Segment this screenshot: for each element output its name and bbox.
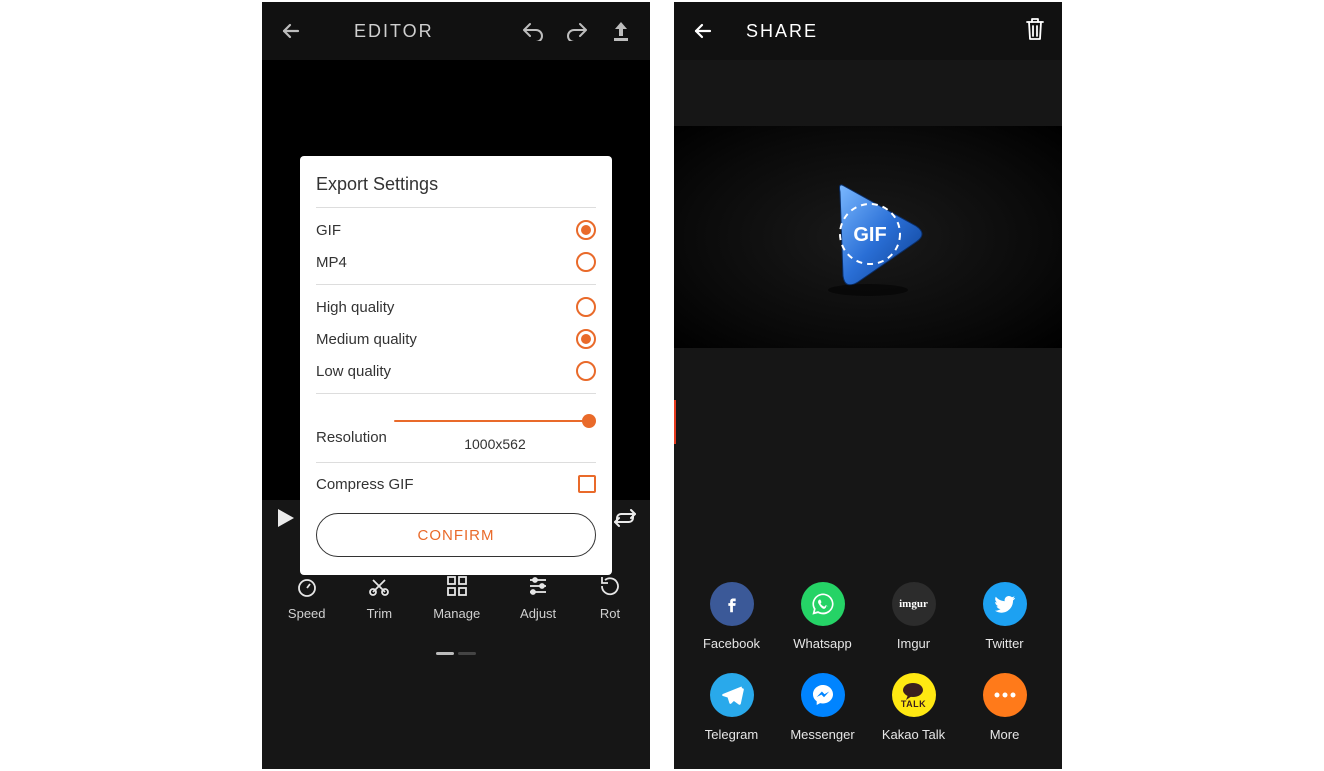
option-label: MP4	[316, 254, 347, 271]
imgur-icon: imgur	[892, 582, 936, 626]
editor-screen: EDITOR	[262, 2, 650, 769]
option-label: Low quality	[316, 363, 391, 380]
tool-label: Manage	[433, 606, 480, 621]
rotate-icon	[596, 572, 624, 600]
share-label: Messenger	[790, 727, 854, 742]
page-indicator	[262, 652, 650, 655]
redo-icon[interactable]	[564, 18, 590, 44]
option-label: Compress GIF	[316, 476, 414, 493]
back-icon[interactable]	[278, 18, 304, 44]
confirm-label: CONFIRM	[418, 527, 495, 544]
tool-rotate[interactable]: Rot	[596, 572, 624, 621]
share-screen: SHARE GIF	[674, 2, 1062, 769]
share-messenger[interactable]: Messenger	[777, 673, 868, 742]
share-telegram[interactable]: Telegram	[686, 673, 777, 742]
tool-label: Trim	[367, 606, 393, 621]
gif-text: GIF	[853, 224, 886, 246]
tool-label: Rot	[600, 606, 620, 621]
speed-icon	[293, 572, 321, 600]
editor-title: EDITOR	[354, 21, 434, 42]
tool-manage[interactable]: Manage	[433, 572, 480, 621]
confirm-button[interactable]: CONFIRM	[316, 513, 596, 557]
share-label: Imgur	[897, 636, 930, 651]
share-label: Telegram	[705, 727, 758, 742]
resolution-row: Resolution 1000x562	[316, 400, 596, 456]
share-more[interactable]: More	[959, 673, 1050, 742]
undo-icon[interactable]	[520, 18, 546, 44]
radio-icon[interactable]	[576, 252, 596, 272]
whatsapp-icon	[801, 582, 845, 626]
resolution-value: 1000x562	[394, 436, 596, 452]
share-grid: Facebook Whatsapp imgur Imgur Twitter	[674, 582, 1062, 742]
share-topbar: SHARE	[674, 2, 1062, 60]
radio-icon[interactable]	[576, 361, 596, 381]
facebook-icon	[710, 582, 754, 626]
tool-adjust[interactable]: Adjust	[520, 572, 556, 621]
quality-option-low[interactable]: Low quality	[316, 355, 596, 387]
delete-icon[interactable]	[1024, 16, 1046, 47]
quality-option-medium[interactable]: Medium quality	[316, 323, 596, 355]
radio-icon[interactable]	[576, 297, 596, 317]
slider-thumb-icon[interactable]	[582, 414, 596, 428]
compress-gif-row[interactable]: Compress GIF	[316, 469, 596, 499]
format-option-gif[interactable]: GIF	[316, 214, 596, 246]
resolution-slider[interactable]	[394, 414, 596, 428]
share-label: Twitter	[985, 636, 1023, 651]
tool-label: Speed	[288, 606, 326, 621]
share-kakaotalk[interactable]: TALK Kakao Talk	[868, 673, 959, 742]
manage-icon	[443, 572, 471, 600]
telegram-icon	[710, 673, 754, 717]
share-label: Kakao Talk	[882, 727, 945, 742]
tool-label: Adjust	[520, 606, 556, 621]
share-imgur[interactable]: imgur Imgur	[868, 582, 959, 651]
format-option-mp4[interactable]: MP4	[316, 246, 596, 278]
loop-icon[interactable]	[614, 509, 636, 532]
tool-trim[interactable]: Trim	[365, 572, 393, 621]
trim-icon	[365, 572, 393, 600]
share-whatsapp[interactable]: Whatsapp	[777, 582, 868, 651]
share-label: More	[990, 727, 1020, 742]
share-preview: GIF	[674, 126, 1062, 348]
tool-speed[interactable]: Speed	[288, 572, 326, 621]
checkbox-icon[interactable]	[578, 475, 596, 493]
share-twitter[interactable]: Twitter	[959, 582, 1050, 651]
share-label: Whatsapp	[793, 636, 852, 651]
share-label: Facebook	[703, 636, 760, 651]
orange-edge-accent	[674, 400, 676, 444]
option-label: GIF	[316, 222, 341, 239]
messenger-icon	[801, 673, 845, 717]
modal-heading: Export Settings	[316, 174, 596, 195]
tool-strip: Speed Trim Manage Adjust	[262, 572, 650, 621]
resolution-label: Resolution	[316, 417, 394, 446]
play-icon[interactable]	[276, 507, 296, 534]
radio-icon[interactable]	[576, 220, 596, 240]
kakaotalk-icon: TALK	[892, 673, 936, 717]
gif-preview-badge: GIF	[808, 182, 928, 292]
back-icon[interactable]	[690, 18, 716, 44]
more-icon	[983, 673, 1027, 717]
share-facebook[interactable]: Facebook	[686, 582, 777, 651]
adjust-icon	[524, 572, 552, 600]
radio-icon[interactable]	[576, 329, 596, 349]
option-label: High quality	[316, 299, 394, 316]
twitter-icon	[983, 582, 1027, 626]
export-settings-modal: Export Settings GIF MP4 High quality Med…	[300, 156, 612, 575]
share-title: SHARE	[746, 21, 818, 42]
export-icon[interactable]	[608, 18, 634, 44]
editor-topbar: EDITOR	[262, 2, 650, 60]
option-label: Medium quality	[316, 331, 417, 348]
quality-option-high[interactable]: High quality	[316, 291, 596, 323]
